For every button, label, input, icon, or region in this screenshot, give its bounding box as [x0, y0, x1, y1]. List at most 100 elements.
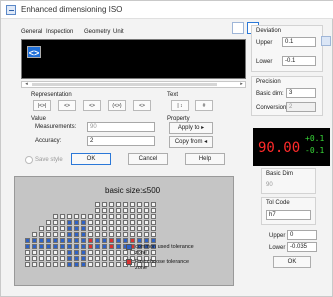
grid-cell	[32, 244, 37, 249]
app-icon	[6, 5, 16, 15]
grid-cell	[102, 244, 107, 249]
scroll-left-icon[interactable]: ◂	[23, 82, 30, 87]
grid-cell	[53, 238, 58, 243]
grid-cell	[123, 214, 128, 219]
grid-cell	[60, 232, 65, 237]
grid-cell	[137, 202, 142, 207]
rep-button-4[interactable]: (<>)	[108, 100, 126, 111]
grid-cell	[60, 256, 65, 261]
accuracy-field[interactable]: 2	[87, 136, 155, 146]
rep-button-3[interactable]: <>	[83, 100, 101, 111]
grid-cell	[130, 208, 135, 213]
lcd-lower-value: -0.1	[305, 146, 325, 155]
grid-cell	[25, 238, 30, 243]
grid-cell	[123, 238, 128, 243]
save-style-radio[interactable]	[25, 156, 33, 164]
grid-cell	[137, 208, 142, 213]
grid-cell	[123, 232, 128, 237]
grid-cell	[151, 226, 156, 231]
conversion-label: Conversion	[256, 105, 287, 111]
grid-cell	[53, 214, 58, 219]
grid-cell	[74, 226, 79, 231]
grid-cell	[46, 262, 51, 267]
grid-cell	[102, 262, 107, 267]
grid-cell	[60, 238, 65, 243]
grid-cell	[74, 238, 79, 243]
grid-cell	[88, 262, 93, 267]
basic-dim-field[interactable]: 3	[286, 88, 316, 98]
grid-cell	[60, 262, 65, 267]
scroll-right-icon[interactable]: ▸	[238, 82, 245, 87]
grid-cell	[130, 232, 135, 237]
grid-cell	[88, 214, 93, 219]
grid-cell	[102, 208, 107, 213]
grid-cell	[116, 244, 121, 249]
preview-dim-button[interactable]: <>	[27, 46, 41, 58]
tol-upper-field[interactable]: 0	[287, 230, 317, 240]
grid-cell	[123, 208, 128, 213]
rep-button-1[interactable]: |<>|	[33, 100, 51, 111]
deviation-table-icon[interactable]	[321, 36, 331, 46]
toolbar-button-1[interactable]	[232, 22, 244, 34]
grid-cell	[95, 238, 100, 243]
preview-panel: <>	[21, 39, 246, 79]
grid-cell	[67, 256, 72, 261]
conversion-field[interactable]: 2	[286, 102, 316, 112]
grid-cell	[116, 202, 121, 207]
grid-cell	[32, 262, 37, 267]
measurements-field[interactable]: 90	[87, 122, 155, 132]
rep-button-2[interactable]: <>	[58, 100, 76, 111]
tab-general[interactable]: General	[21, 29, 42, 35]
grid-cell	[60, 244, 65, 249]
text-button-left[interactable]: | ↕	[171, 100, 189, 111]
grid-cell	[88, 232, 93, 237]
copy-from-button[interactable]: Copy from ◂	[169, 136, 213, 148]
grid-cell	[102, 202, 107, 207]
tol-code-field[interactable]: h7	[266, 210, 311, 220]
help-button[interactable]: Help	[185, 153, 225, 165]
save-style-label: Save style	[35, 157, 63, 163]
precision-title: Precision	[256, 79, 281, 85]
grid-cell	[81, 226, 86, 231]
grid-cell	[25, 244, 30, 249]
lower-field[interactable]: -0.1	[282, 56, 316, 66]
text-button-right[interactable]: #	[195, 100, 213, 111]
grid-cell	[102, 220, 107, 225]
grid-cell	[144, 214, 149, 219]
tab-geometry[interactable]: Geometry	[84, 29, 110, 35]
tab-unit[interactable]: Unit	[113, 29, 124, 35]
scroll-thumb[interactable]	[32, 83, 217, 86]
grid-cell	[67, 220, 72, 225]
cancel-button[interactable]: Cancel	[128, 153, 168, 165]
grid-cell	[60, 226, 65, 231]
rep-button-5[interactable]: <>	[133, 100, 151, 111]
preview-scrollbar[interactable]: ◂ ▸	[21, 81, 246, 88]
ok-button[interactable]: OK	[71, 153, 111, 165]
ok-button-right[interactable]: OK	[273, 256, 311, 268]
grid-cell	[67, 244, 72, 249]
grid-cell	[95, 208, 100, 213]
tol-lower-field[interactable]: -0.035	[287, 242, 317, 252]
accuracy-label: Accuracy:	[35, 138, 62, 144]
grid-cell	[39, 238, 44, 243]
tol-lower-label: Lower	[269, 245, 286, 251]
grid-cell	[137, 220, 142, 225]
grid-cell	[60, 220, 65, 225]
grid-cell	[74, 220, 79, 225]
legend-blue-label: common used tolerance zone	[135, 244, 194, 256]
grid-cell	[81, 214, 86, 219]
grid-cell	[109, 208, 114, 213]
grid-cell	[95, 244, 100, 249]
upper-field[interactable]: 0.1	[282, 37, 316, 47]
tol-code-group: Tol Code h7	[261, 197, 316, 225]
grid-cell	[95, 202, 100, 207]
grid-cell	[53, 262, 58, 267]
grid-cell	[53, 244, 58, 249]
grid-cell	[46, 250, 51, 255]
grid-cell	[95, 262, 100, 267]
apply-to-button[interactable]: Apply to ▸	[169, 122, 213, 134]
grid-cell	[88, 238, 93, 243]
legend-red-label: First choose tolerance zone	[135, 259, 190, 271]
tab-inspection[interactable]: Inspection	[46, 29, 73, 35]
grid-cell	[88, 220, 93, 225]
